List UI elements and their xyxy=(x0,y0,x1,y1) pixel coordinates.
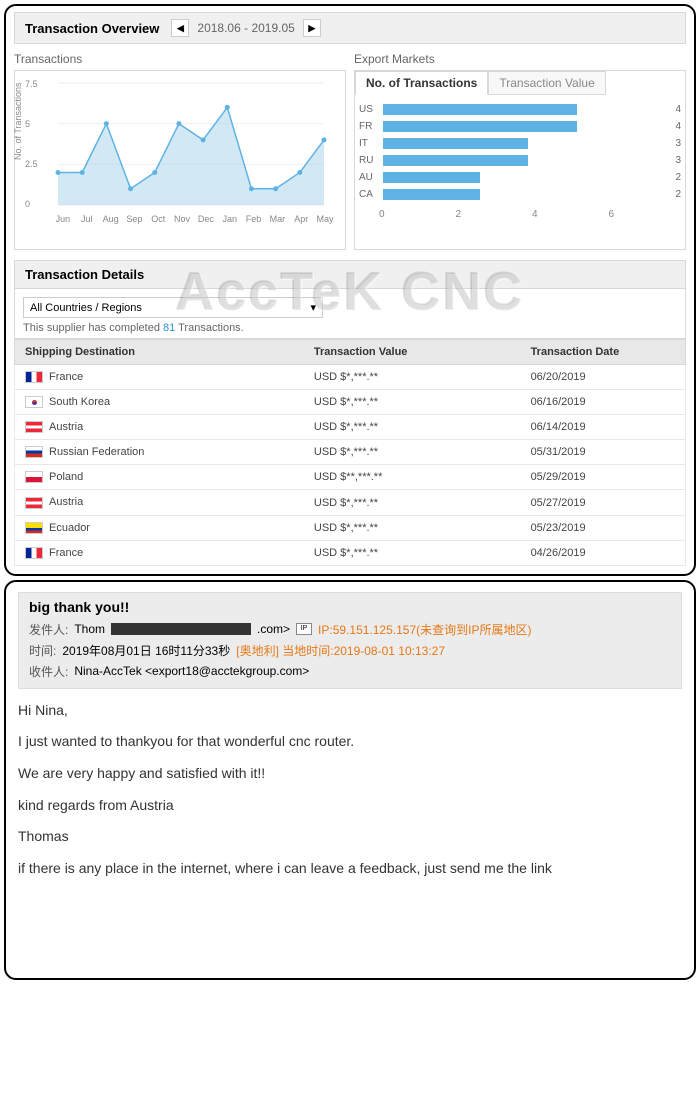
flag-icon xyxy=(25,522,43,534)
email-panel: big thank you!! 发件人: Thom.com> IP IP:59.… xyxy=(4,580,696,980)
date-navigator: ◀ 2018.06 - 2019.05 ▶ xyxy=(171,19,320,37)
x-labels: JunJulAugSepOctNovDecJanFebMarAprMay xyxy=(23,214,337,224)
flag-icon xyxy=(25,497,43,509)
email-body: Hi Nina, I just wanted to thankyou for th… xyxy=(18,701,682,879)
email-line: kind regards from Austria xyxy=(18,796,682,816)
bar-axis: 0246 xyxy=(355,209,685,220)
bar-row: IT3 xyxy=(359,135,681,152)
time-row: 时间: 2019年08月01日 16时11分33秒 [奥地利] 当地时间:201… xyxy=(29,640,671,661)
ip-text: IP:59.151.125.157(未查询到IP所属地区) xyxy=(318,621,531,638)
filter-value: All Countries / Regions xyxy=(30,302,142,314)
email-line: I just wanted to thankyou for that wonde… xyxy=(18,732,682,752)
bar-chart-frame: No. of Transactions Transaction Value US… xyxy=(354,70,686,250)
bar-row: AU2 xyxy=(359,169,681,186)
date-range: 2018.06 - 2019.05 xyxy=(191,21,300,35)
tab-value[interactable]: Transaction Value xyxy=(488,71,605,95)
flag-icon xyxy=(25,396,43,408)
details-header: Transaction Details xyxy=(14,260,686,289)
line-chart-frame: No. of Transactions 7.5 5 2.5 0 JunJulAu… xyxy=(14,70,346,250)
table-header: Shipping Destination Transaction Value T… xyxy=(14,339,686,365)
tabs: No. of Transactions Transaction Value xyxy=(355,71,685,95)
email-line: if there is any place in the internet, w… xyxy=(18,859,682,879)
overview-title: Transaction Overview xyxy=(25,21,159,36)
transactions-panel: AccTeK CNC Transaction Overview ◀ 2018.0… xyxy=(4,4,696,576)
table-body: FranceUSD $*,***.**06/20/2019South Korea… xyxy=(14,365,686,566)
table-row: AustriaUSD $*,***.**06/14/2019 xyxy=(14,415,686,440)
local-time: [奥地利] 当地时间:2019-08-01 10:13:27 xyxy=(236,642,445,659)
from-row: 发件人: Thom.com> IP IP:59.151.125.157(未查询到… xyxy=(29,619,671,640)
table-row: FranceUSD $*,***.**04/26/2019 xyxy=(14,541,686,566)
col-date: Transaction Date xyxy=(531,346,675,358)
y-ticks: 7.5 5 2.5 0 xyxy=(25,79,38,209)
filter-row: All Countries / Regions ▾ This supplier … xyxy=(14,289,686,339)
flag-icon xyxy=(25,446,43,458)
completion-text: This supplier has completed 81 Transacti… xyxy=(23,322,677,334)
flag-icon xyxy=(25,371,43,383)
bar-row: RU3 xyxy=(359,152,681,169)
email-line: Thomas xyxy=(18,827,682,847)
email-header: big thank you!! 发件人: Thom.com> IP IP:59.… xyxy=(18,592,682,689)
prev-button[interactable]: ◀ xyxy=(171,19,189,37)
bar-row: FR4 xyxy=(359,118,681,135)
overview-header: Transaction Overview ◀ 2018.06 - 2019.05… xyxy=(14,12,686,44)
table-row: South KoreaUSD $*,***.**06/16/2019 xyxy=(14,390,686,415)
col-destination: Shipping Destination xyxy=(25,346,314,358)
charts-row: Transactions No. of Transactions 7.5 5 2… xyxy=(14,48,686,250)
table-row: FranceUSD $*,***.**06/20/2019 xyxy=(14,365,686,390)
table-row: EcuadorUSD $*,***.**05/23/2019 xyxy=(14,516,686,541)
bar-chart-box: Export Markets No. of Transactions Trans… xyxy=(354,48,686,250)
tab-transactions[interactable]: No. of Transactions xyxy=(355,71,488,95)
bar-chart-title: Export Markets xyxy=(354,48,686,70)
table-row: AustriaUSD $*,***.**05/27/2019 xyxy=(14,490,686,515)
table-row: PolandUSD $**,***.**05/29/2019 xyxy=(14,465,686,490)
table-row: Russian FederationUSD $*,***.**05/31/201… xyxy=(14,440,686,465)
email-subject: big thank you!! xyxy=(29,599,671,615)
dropdown-icon: ▾ xyxy=(310,301,316,314)
line-chart-title: Transactions xyxy=(14,48,346,70)
flag-icon xyxy=(25,547,43,559)
to-row: 收件人: Nina-AccTek <export18@acctekgroup.c… xyxy=(29,661,671,682)
flag-icon xyxy=(25,421,43,433)
country-filter[interactable]: All Countries / Regions ▾ xyxy=(23,297,323,318)
redacted-sender xyxy=(111,623,251,635)
bar-row: CA2 xyxy=(359,186,681,203)
flag-icon xyxy=(25,471,43,483)
next-button[interactable]: ▶ xyxy=(303,19,321,37)
bar-area: US4FR4IT3RU3AU2CA2 xyxy=(355,95,685,203)
email-line: Hi Nina, xyxy=(18,701,682,721)
ip-icon: IP xyxy=(296,623,312,635)
col-value: Transaction Value xyxy=(314,346,531,358)
line-chart-svg xyxy=(23,79,337,209)
line-chart-box: Transactions No. of Transactions 7.5 5 2… xyxy=(14,48,346,250)
y-axis-label: No. of Transactions xyxy=(13,82,23,160)
bar-row: US4 xyxy=(359,101,681,118)
email-line: We are very happy and satisfied with it!… xyxy=(18,764,682,784)
